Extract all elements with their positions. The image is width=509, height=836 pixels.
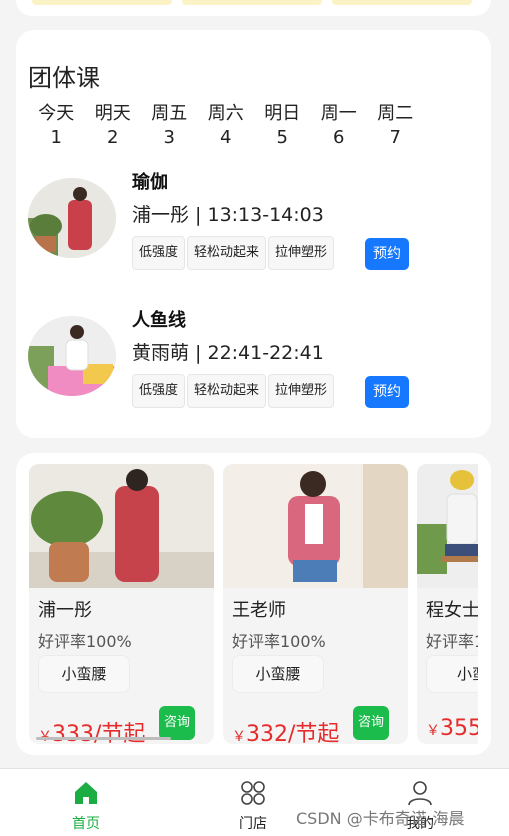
day-number: 3 <box>163 127 175 148</box>
day-label: 周五 <box>151 103 188 124</box>
nav-item-store[interactable]: 门店 <box>203 769 303 836</box>
class-tag: 低强度 <box>132 374 186 408</box>
class-item[interactable]: 人鱼线 黄雨萌 | 22:41-22:41 低强度 轻松动起来 拉伸塑形 预约 <box>28 306 488 408</box>
class-tag: 拉伸塑形 <box>268 374 335 408</box>
group-class-title: 团体课 <box>28 64 100 92</box>
class-avatar-image <box>28 178 116 258</box>
coach-photo-image <box>223 464 408 588</box>
day-selector: 今天 1 明天 2 周五 3 周六 4 明日 5 周一 6 周二 7 <box>28 102 424 150</box>
coach-photo <box>223 464 408 588</box>
day-tab[interactable]: 明天 2 <box>85 102 142 150</box>
top-card <box>16 0 491 16</box>
day-label: 今天 <box>38 103 75 124</box>
day-number: 7 <box>389 127 401 148</box>
top-pill[interactable] <box>182 0 322 5</box>
nav-item-home[interactable]: 首页 <box>36 769 136 836</box>
coach-rating: 好评率100% <box>38 632 132 651</box>
class-tags: 低强度 轻松动起来 拉伸塑形 <box>132 236 336 270</box>
carousel-scrollbar[interactable] <box>36 737 171 740</box>
day-number: 4 <box>220 127 232 148</box>
coach-photo <box>29 464 214 588</box>
top-pill[interactable] <box>32 0 172 5</box>
day-tab[interactable]: 明日 5 <box>254 102 311 150</box>
day-number: 2 <box>107 127 119 148</box>
book-button[interactable]: 预约 <box>365 376 409 408</box>
coach-item[interactable]: 浦一彤 好评率100% 小蛮腰 ￥333/节起 咨询 <box>29 464 214 744</box>
day-tab[interactable]: 周五 3 <box>141 102 198 150</box>
day-tab[interactable]: 周一 6 <box>311 102 368 150</box>
coach-name: 浦一彤 <box>38 600 92 621</box>
class-tags: 低强度 轻松动起来 拉伸塑形 <box>132 374 336 408</box>
class-item[interactable]: 瑜伽 浦一彤 | 13:13-14:03 低强度 轻松动起来 拉伸塑形 预约 <box>28 168 488 270</box>
coach-photo-image <box>417 464 478 588</box>
coach-item[interactable]: 王老师 好评率100% 小蛮腰 ￥332/节起 咨询 <box>223 464 408 744</box>
coach-item[interactable]: 程女士 好评率1 小蛮 ￥355 <box>417 464 478 744</box>
currency-symbol: ￥ <box>426 723 440 739</box>
day-label: 明天 <box>94 103 131 124</box>
class-tag: 轻松动起来 <box>187 374 267 408</box>
home-icon <box>75 782 97 804</box>
coach-photo-image <box>29 464 214 588</box>
day-number: 5 <box>276 127 288 148</box>
coach-rating: 好评率100% <box>232 632 326 651</box>
coach-tag: 小蛮腰 <box>38 655 130 693</box>
user-icon <box>408 781 432 806</box>
class-tag: 低强度 <box>132 236 186 270</box>
day-label: 明日 <box>264 103 301 124</box>
class-tag: 拉伸塑形 <box>268 236 335 270</box>
nav-label: 门店 <box>239 816 267 832</box>
coach-photo <box>417 464 478 588</box>
day-tab[interactable]: 周二 7 <box>367 102 424 150</box>
day-number: 1 <box>50 127 62 148</box>
class-name: 瑜伽 <box>132 172 168 193</box>
watermark: CSDN @卡布奇诺-海晨 <box>296 809 465 828</box>
price-value: 333/节起 <box>52 722 146 744</box>
class-info: 黄雨萌 | 22:41-22:41 <box>132 342 324 364</box>
day-label: 周二 <box>377 103 414 124</box>
coach-rating: 好评率1 <box>426 632 478 651</box>
nav-label: 首页 <box>72 816 100 832</box>
price-value: 355 <box>440 716 478 741</box>
grid-icon <box>241 781 265 805</box>
coach-price: ￥355 <box>426 716 478 741</box>
coach-carousel[interactable]: 浦一彤 好评率100% 小蛮腰 ￥333/节起 咨询 王老师 好评率100% 小… <box>29 464 478 744</box>
coach-tag: 小蛮腰 <box>232 655 324 693</box>
class-avatar <box>28 316 116 396</box>
class-avatar-image <box>28 316 116 396</box>
top-pill[interactable] <box>332 0 472 5</box>
class-name: 人鱼线 <box>132 310 186 331</box>
consult-button[interactable]: 咨询 <box>159 706 195 740</box>
coach-name: 程女士 <box>426 600 478 621</box>
currency-symbol: ￥ <box>232 729 246 744</box>
consult-button[interactable]: 咨询 <box>353 706 389 740</box>
day-label: 周六 <box>207 103 244 124</box>
class-info: 浦一彤 | 13:13-14:03 <box>132 204 324 226</box>
book-button[interactable]: 预约 <box>365 238 409 270</box>
day-tab[interactable]: 周六 4 <box>198 102 255 150</box>
day-label: 周一 <box>320 103 357 124</box>
group-class-card: 团体课 今天 1 明天 2 周五 3 周六 4 明日 5 周一 6 周二 7 瑜伽 浦一彤 |… <box>16 30 491 438</box>
coach-tag: 小蛮 <box>426 655 478 693</box>
day-number: 6 <box>333 127 345 148</box>
class-avatar <box>28 178 116 258</box>
day-tab[interactable]: 今天 1 <box>28 102 85 150</box>
coach-card: 浦一彤 好评率100% 小蛮腰 ￥333/节起 咨询 王老师 好评率100% 小… <box>16 453 491 755</box>
coach-name: 王老师 <box>232 600 286 621</box>
price-value: 332/节起 <box>246 722 340 744</box>
class-tag: 轻松动起来 <box>187 236 267 270</box>
coach-price: ￥332/节起 <box>232 716 339 744</box>
